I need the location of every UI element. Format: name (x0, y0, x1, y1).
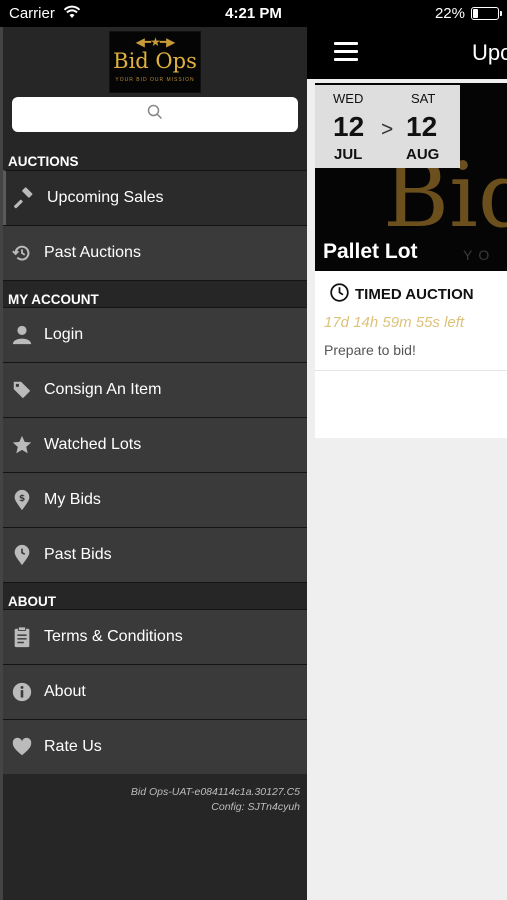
main-content: Upcoming Sales Bid YO WED 12 JUL > SAT 1… (307, 27, 507, 900)
battery-percent: 22% (434, 5, 465, 22)
clipboard-icon (3, 610, 41, 665)
end-dow: SAT (411, 91, 436, 106)
menu-item-rate-us[interactable]: Rate Us (3, 719, 307, 774)
logo-name: Bid Ops (113, 49, 197, 73)
menu-label: Rate Us (44, 738, 102, 755)
image-logo-subtext: YO (463, 247, 496, 263)
page-title: Upcoming Sales (472, 40, 507, 65)
end-day: 12 (406, 111, 438, 142)
menu-label: Consign An Item (44, 381, 162, 398)
auction-card[interactable]: Bid YO WED 12 JUL > SAT 12 AUG Pallet Lo… (315, 83, 507, 438)
section-auctions: AUCTIONS (8, 154, 79, 169)
auction-type-label: TIMED AUCTION (355, 286, 474, 303)
menu-item-watched-lots[interactable]: Watched Lots (3, 417, 307, 472)
auction-type: TIMED AUCTION (329, 282, 474, 307)
lot-title: Pallet Lot (323, 240, 418, 263)
menu-item-past-auctions[interactable]: Past Auctions (3, 225, 307, 280)
bid-ops-logo: ◀━★━▶ Bid Ops YOUR BID OUR MISSION (109, 31, 201, 93)
section-about: ABOUT (3, 582, 307, 609)
menu-item-my-bids[interactable]: $ My Bids (3, 472, 307, 527)
start-month: JUL (334, 146, 363, 163)
build-string: Bid Ops-UAT-e084114c1a.30127.C5 (130, 786, 300, 798)
menu-item-terms[interactable]: Terms & Conditions (3, 609, 307, 664)
menu-item-upcoming-sales[interactable]: Upcoming Sales (3, 170, 307, 225)
user-icon (3, 308, 41, 363)
clock-icon (329, 282, 355, 307)
info-icon (3, 665, 41, 720)
app-screen: Carrier 4:21 PM 22% ◀━★━▶ Bid Ops YOUR B… (0, 0, 507, 900)
top-bar: Upcoming Sales (307, 27, 507, 79)
menu-item-consign[interactable]: Consign An Item (3, 362, 307, 417)
logo-container: ◀━★━▶ Bid Ops YOUR BID OUR MISSION (3, 27, 307, 97)
dollar-pin-icon: $ (3, 473, 41, 528)
battery-icon (471, 7, 502, 20)
auction-image: Bid YO WED 12 JUL > SAT 12 AUG Pallet Lo… (315, 83, 507, 271)
date-range: WED 12 JUL > SAT 12 AUG (315, 85, 460, 168)
menu-item-login[interactable]: Login (3, 307, 307, 362)
heart-icon (3, 720, 41, 775)
search-icon (147, 104, 163, 125)
status-bar: Carrier 4:21 PM 22% (0, 0, 507, 27)
start-day: 12 (333, 111, 365, 142)
clock-pin-icon (3, 528, 41, 583)
date-arrow: > (381, 118, 394, 141)
navigation-drawer: ◀━★━▶ Bid Ops YOUR BID OUR MISSION AUCTI… (0, 27, 307, 900)
menu-label: Login (44, 326, 84, 343)
clock: 4:21 PM (225, 5, 282, 22)
menu-label: My Bids (44, 491, 101, 508)
tag-icon (3, 363, 41, 418)
menu-label: Watched Lots (44, 436, 142, 453)
end-month: AUG (406, 146, 440, 163)
version-info: Bid Ops-UAT-e084114c1a.30127.C5 Config: … (131, 785, 300, 815)
logo-tagline: YOUR BID OUR MISSION (115, 77, 195, 83)
gavel-icon (6, 171, 44, 226)
svg-text:$: $ (19, 493, 25, 504)
section-my-account: MY ACCOUNT (3, 280, 307, 307)
config-string: Config: SJTn4cyuh (211, 801, 300, 813)
menu-label: Upcoming Sales (47, 189, 164, 206)
card-divider (315, 370, 507, 371)
countdown-timer: 17d 14h 59m 55s left (324, 314, 465, 331)
star-icon (3, 418, 41, 473)
wings-emblem-icon: ◀━★━▶ (135, 35, 176, 49)
menu-label: Past Auctions (44, 244, 141, 261)
search-bar[interactable] (12, 97, 298, 132)
menu-label: About (44, 683, 86, 700)
bid-status: Prepare to bid! (324, 342, 416, 358)
menu-label: Past Bids (44, 546, 112, 563)
start-dow: WED (333, 91, 364, 106)
menu-item-past-bids[interactable]: Past Bids (3, 527, 307, 582)
menu-item-about[interactable]: About (3, 664, 307, 719)
hamburger-icon[interactable] (334, 42, 358, 62)
menu-label: Terms & Conditions (44, 628, 183, 645)
history-icon (3, 226, 41, 281)
